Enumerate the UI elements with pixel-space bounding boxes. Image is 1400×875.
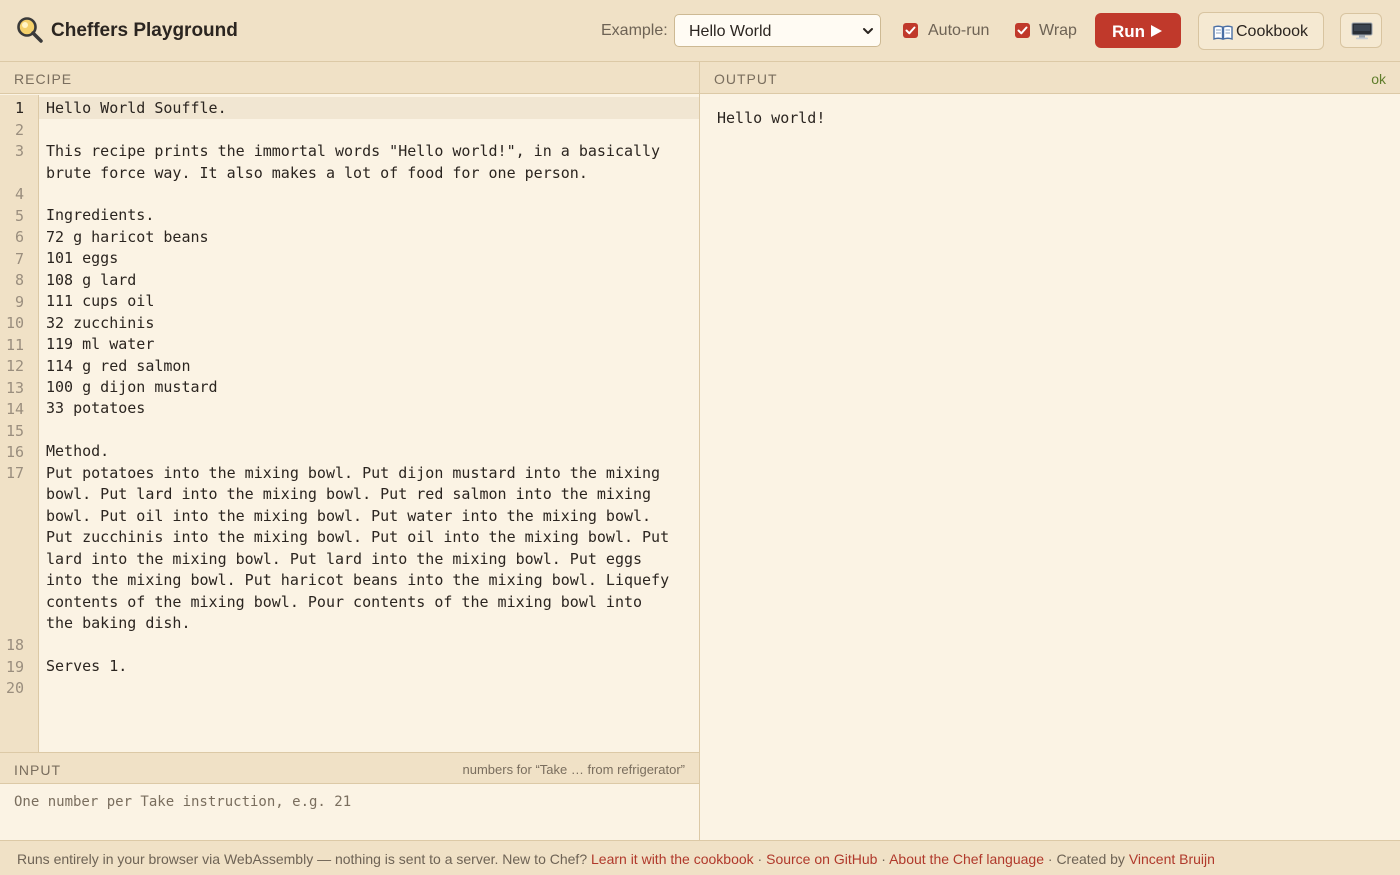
input-textarea[interactable]: One number per Take instruction, e.g. 21 <box>0 784 699 840</box>
code-line: brute force way. It also makes a lot of … <box>46 164 588 182</box>
autorun-label[interactable]: Auto-run <box>928 22 989 40</box>
line-number: 12 <box>5 357 24 375</box>
code-line: 100 g dijon mustard <box>46 378 218 396</box>
line-number: 6 <box>14 228 24 246</box>
checkmark-icon <box>905 26 916 35</box>
footer-separator: · <box>753 851 767 867</box>
output-panel-label: OUTPUT <box>714 71 778 87</box>
book-icon <box>1213 25 1233 40</box>
about-chef-link[interactable]: About the Chef language <box>889 851 1044 867</box>
recipe-panel-label: RECIPE <box>14 71 73 87</box>
code-line: 108 g lard <box>46 271 137 289</box>
code-line: Method. <box>46 442 110 460</box>
code-line: into the mixing bowl. Put haricot beans … <box>46 571 670 589</box>
line-number: 9 <box>14 293 24 311</box>
recipe-panel-header: RECIPE <box>0 62 699 94</box>
code-line: Ingredients. <box>46 206 155 224</box>
code-line: This recipe prints the immortal words "H… <box>46 142 661 160</box>
input-panel-header: INPUT numbers for “Take … from refrigera… <box>0 752 699 784</box>
run-button-label: Run <box>1112 22 1146 41</box>
panel-divider[interactable] <box>699 62 700 840</box>
line-number: 8 <box>14 271 24 289</box>
footer-separator: · <box>877 851 890 867</box>
code-line: 111 cups oil <box>46 292 155 310</box>
code-line: bowl. Put lard into the mixing bowl. Put… <box>46 485 652 503</box>
code-line: 32 zucchinis <box>46 314 155 332</box>
line-number: 1 <box>14 99 24 117</box>
code-line: bowl. Put oil into the mixing bowl. Put … <box>46 507 652 525</box>
example-select[interactable]: Hello World <box>674 14 881 47</box>
line-number: 14 <box>5 400 24 418</box>
autorun-checkbox[interactable] <box>903 23 918 38</box>
line-number: 16 <box>5 443 24 461</box>
code-line: Hello World Souffle. <box>46 99 227 117</box>
code-line: Serves 1. <box>46 657 128 675</box>
line-number: 20 <box>5 679 24 697</box>
code-line: 119 ml water <box>46 335 155 353</box>
chevron-down-icon <box>863 28 873 34</box>
code-line: lard into the mixing bowl. Put lard into… <box>46 550 643 568</box>
output-text: Hello world! <box>717 109 826 127</box>
checkmark-icon <box>1017 26 1028 35</box>
line-number: 11 <box>5 336 24 354</box>
line-number: 19 <box>5 658 24 676</box>
input-hint: numbers for “Take … from refrigerator” <box>462 762 685 777</box>
line-number: 13 <box>5 379 24 397</box>
example-select-value: Hello World <box>689 23 772 40</box>
code-line: Put potatoes into the mixing bowl. Put d… <box>46 464 661 482</box>
cookbook-button-label: Cookbook <box>1236 23 1309 40</box>
created-by-text: Created by <box>1056 851 1129 867</box>
github-link[interactable]: Source on GitHub <box>766 851 877 867</box>
line-number: 4 <box>14 185 24 203</box>
footer: Runs entirely in your browser via WebAss… <box>0 840 1400 875</box>
input-panel-label: INPUT <box>14 762 61 778</box>
cookbook-link[interactable]: Learn it with the cookbook <box>591 851 754 867</box>
cookbook-button[interactable]: Cookbook <box>1198 12 1324 50</box>
code-line: 33 potatoes <box>46 399 146 417</box>
footer-text: Runs entirely in your browser via WebAss… <box>17 851 591 867</box>
code-line: Put zucchinis into the mixing bowl. Put … <box>46 528 670 546</box>
code-line: 114 g red salmon <box>46 357 191 375</box>
code-line: contents of the mixing bowl. Pour conten… <box>46 593 643 611</box>
monitor-icon <box>1351 22 1373 40</box>
output-panel-header: OUTPUT ok <box>700 62 1400 94</box>
wrap-checkbox[interactable] <box>1015 23 1030 38</box>
code-line: 72 g haricot beans <box>46 228 209 246</box>
app-header: Cheffers Playground Example: Hello World… <box>0 0 1400 62</box>
line-number-gutter: 1 2 3 4 5 6 7 8 9 10 11 12 13 14 15 16 1… <box>0 95 39 752</box>
code-line: the baking dish. <box>46 614 191 632</box>
author-link[interactable]: Vincent Bruijn <box>1129 851 1215 867</box>
line-number: 10 <box>5 314 24 332</box>
magnifier-icon <box>17 17 43 43</box>
line-number: 7 <box>14 250 24 268</box>
app-title: Cheffers Playground <box>51 20 238 41</box>
example-label: Example: <box>601 22 668 39</box>
footer-separator: · <box>1043 851 1057 867</box>
play-icon <box>1151 25 1162 37</box>
line-number: 2 <box>14 121 24 139</box>
status-badge: ok <box>1371 71 1386 87</box>
line-number: 15 <box>5 422 24 440</box>
line-number: 17 <box>5 464 24 482</box>
input-placeholder: One number per Take instruction, e.g. 21 <box>14 794 352 810</box>
line-number: 5 <box>14 207 24 225</box>
wrap-label[interactable]: Wrap <box>1039 22 1077 40</box>
code-line: 101 eggs <box>46 249 119 267</box>
line-number: 18 <box>5 636 24 654</box>
theme-toggle-button[interactable] <box>1340 13 1382 48</box>
run-button[interactable]: Run <box>1095 13 1181 48</box>
footer-line: Runs entirely in your browser via WebAss… <box>17 851 1215 867</box>
line-number: 3 <box>14 142 24 160</box>
